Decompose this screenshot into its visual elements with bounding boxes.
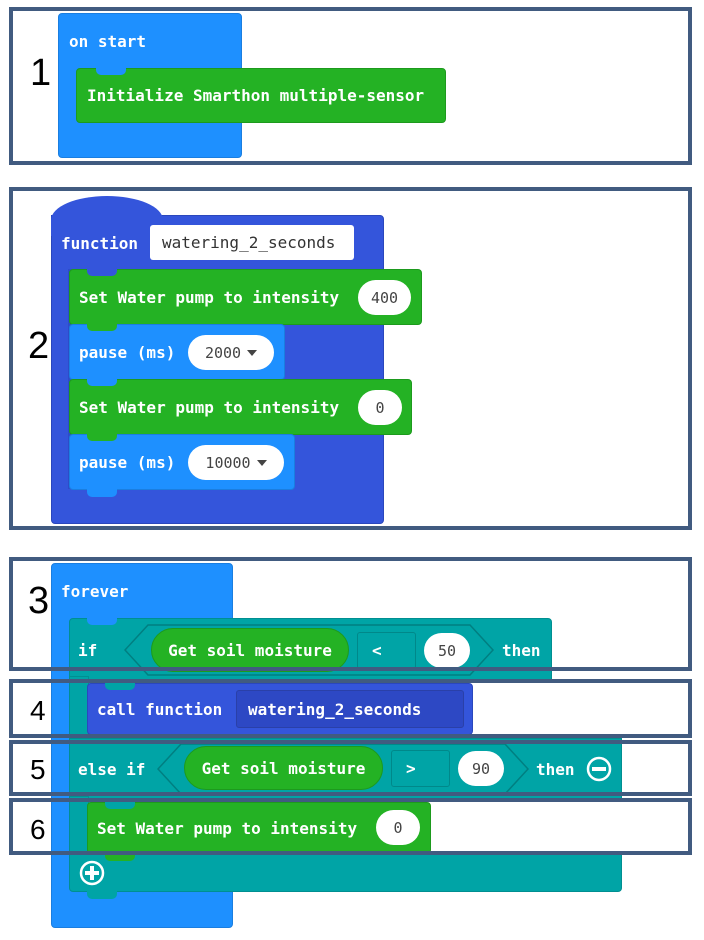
- intensity-value-input[interactable]: 400: [358, 280, 411, 315]
- intensity-value-input[interactable]: 0: [376, 810, 420, 845]
- block-notch: [87, 323, 117, 331]
- step-number-2: 2: [28, 325, 50, 367]
- if-else-block-middle: [69, 796, 89, 856]
- block-notch: [87, 378, 117, 386]
- block-notch: [105, 801, 135, 809]
- then-keyword: then: [536, 760, 575, 779]
- set-water-pump-label: Set Water pump to intensity: [79, 397, 340, 417]
- initialize-sensor-block[interactable]: Initialize Smarthon multiple-sensor: [76, 68, 446, 123]
- on-start-label: on start: [69, 32, 147, 51]
- if-keyword: if: [78, 641, 98, 660]
- call-function-target: watering_2_seconds: [248, 699, 422, 719]
- block-notch: [87, 489, 117, 497]
- block-notch: [87, 268, 117, 276]
- set-water-pump-label: Set Water pump to intensity: [97, 818, 358, 838]
- pause-duration-value: 2000: [204, 343, 242, 362]
- set-water-pump-label: Set Water pump to intensity: [79, 287, 340, 307]
- block-notch: [87, 891, 117, 899]
- comparison-operator-dropdown[interactable]: <: [357, 632, 416, 669]
- else-if-keyword: else if: [78, 760, 146, 779]
- moisture-threshold-input[interactable]: 90: [458, 751, 504, 786]
- dropdown-caret-icon: [256, 459, 267, 466]
- get-soil-moisture-reporter[interactable]: Get soil moisture: [184, 746, 383, 790]
- step-number-3: 3: [28, 580, 50, 622]
- block-notch: [87, 617, 117, 625]
- pause-duration-dropdown[interactable]: 2000: [188, 335, 274, 370]
- get-soil-moisture-reporter[interactable]: Get soil moisture: [151, 628, 349, 672]
- initialize-sensor-label: Initialize Smarthon multiple-sensor: [87, 86, 425, 105]
- pause-label: pause (ms): [79, 342, 176, 362]
- comparison-operator-dropdown[interactable]: >: [391, 750, 450, 787]
- pause-label: pause (ms): [79, 452, 176, 472]
- intensity-value-input[interactable]: 0: [358, 390, 402, 425]
- function-name-field[interactable]: watering_2_seconds: [150, 225, 354, 260]
- block-notch: [87, 433, 117, 441]
- remove-branch-icon[interactable]: [586, 756, 612, 782]
- add-branch-icon[interactable]: [79, 860, 105, 886]
- if-else-block-bottom: [69, 852, 622, 892]
- block-notch: [105, 853, 135, 861]
- block-notch: [105, 682, 135, 690]
- dropdown-caret-icon: [247, 349, 258, 356]
- forever-label: forever: [61, 582, 129, 601]
- step-number-4: 4: [30, 695, 46, 726]
- step-number-1: 1: [30, 52, 52, 94]
- then-keyword: then: [502, 641, 541, 660]
- pause-duration-dropdown[interactable]: 10000: [188, 445, 284, 480]
- moisture-threshold-input[interactable]: 50: [424, 633, 470, 668]
- function-keyword: function: [61, 234, 139, 253]
- pause-duration-value: 10000: [205, 453, 251, 472]
- function-hat-cap: [51, 196, 163, 236]
- call-function-target-field[interactable]: watering_2_seconds: [236, 690, 464, 728]
- call-function-label: call function: [97, 699, 223, 719]
- block-notch: [96, 67, 126, 75]
- if-else-block-middle: [69, 676, 89, 742]
- step-number-5: 5: [30, 754, 46, 785]
- step-number-6: 6: [30, 814, 46, 845]
